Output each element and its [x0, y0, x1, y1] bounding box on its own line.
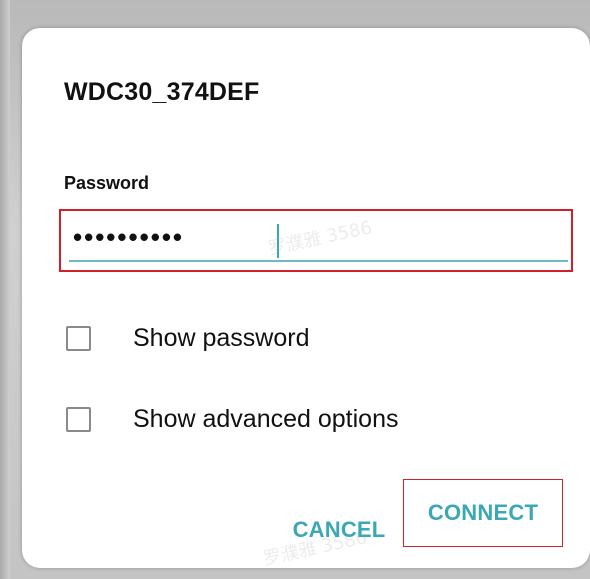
- dialog-title: WDC30_374DEF: [64, 78, 260, 106]
- cancel-button[interactable]: CANCEL: [274, 506, 404, 554]
- show-advanced-options-checkbox[interactable]: [66, 407, 91, 432]
- password-masked-value: ••••••••••: [73, 222, 185, 252]
- connect-button[interactable]: CONNECT: [403, 479, 563, 547]
- show-password-label: Show password: [133, 324, 310, 352]
- password-input-underline: [69, 260, 568, 262]
- screen-edge: [0, 0, 10, 579]
- show-advanced-options-label: Show advanced options: [133, 405, 399, 433]
- password-label: Password: [64, 173, 150, 193]
- wifi-password-dialog: WDC30_374DEF Password •••••••••• 罗濮雅 358…: [22, 28, 590, 568]
- show-password-option[interactable]: Show password: [66, 324, 309, 353]
- show-advanced-options-option[interactable]: Show advanced options: [66, 405, 398, 434]
- show-password-checkbox[interactable]: [66, 326, 91, 351]
